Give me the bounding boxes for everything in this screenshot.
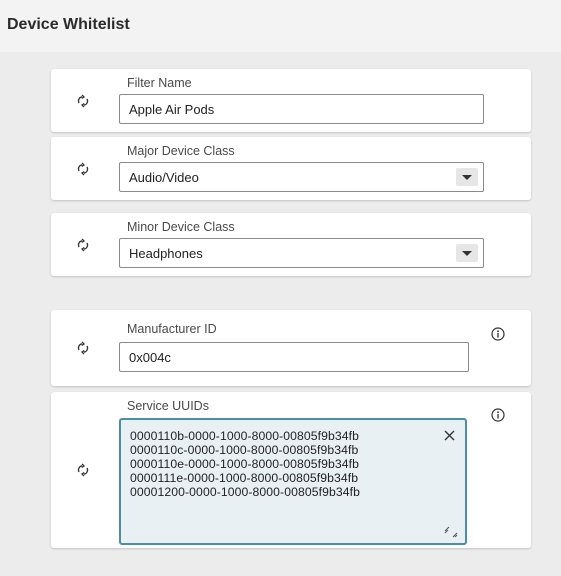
reset-arrows-icon: [77, 238, 89, 252]
reset-arrows-icon: [77, 463, 89, 477]
manufacturer-id-info-button[interactable]: [491, 327, 505, 341]
service-uuids-card: Service UUIDs 0000110b-0000-1000-8000-00…: [51, 392, 531, 548]
minor-device-class-value: Headphones: [129, 245, 203, 261]
page-title: Device Whitelist: [7, 16, 130, 33]
reset-arrows-icon: [77, 94, 89, 108]
minor-device-class-dropdown-button[interactable]: [456, 244, 478, 262]
resize-handle[interactable]: [443, 525, 461, 539]
major-device-class-dropdown-button[interactable]: [456, 168, 478, 186]
info-circle-icon: [491, 327, 505, 341]
clear-service-uuids-button[interactable]: [443, 429, 456, 442]
uuid-line: 0000110c-0000-1000-8000-00805f9b34fb: [130, 443, 359, 457]
chevron-down-icon: [462, 174, 472, 180]
manufacturer-id-input[interactable]: 0x004c: [119, 342, 469, 372]
filter-name-input[interactable]: Apple Air Pods: [119, 94, 484, 124]
resize-handle-icon: [444, 526, 458, 538]
reset-filter-name-button[interactable]: [73, 91, 93, 111]
uuid-line: 0000111e-0000-1000-8000-00805f9b34fb: [130, 471, 359, 485]
reset-minor-device-class-button[interactable]: [73, 235, 93, 255]
service-uuids-label: Service UUIDs: [127, 399, 209, 413]
minor-device-class-select[interactable]: Headphones: [119, 238, 484, 268]
filter-name-card: Filter Name Apple Air Pods: [51, 69, 531, 132]
page-header: Device Whitelist: [0, 0, 561, 52]
reset-arrows-icon: [77, 341, 89, 355]
major-device-class-select[interactable]: Audio/Video: [119, 162, 484, 192]
reset-service-uuids-button[interactable]: [73, 460, 93, 480]
major-device-class-value: Audio/Video: [129, 169, 199, 185]
manufacturer-id-label: Manufacturer ID: [127, 322, 217, 336]
chevron-down-icon: [462, 250, 472, 256]
filter-name-value: Apple Air Pods: [129, 101, 215, 117]
minor-device-class-label: Minor Device Class: [127, 220, 235, 234]
service-uuids-textarea[interactable]: 0000110b-0000-1000-8000-00805f9b34fb 000…: [119, 418, 467, 545]
uuid-line: 00001200-0000-1000-8000-00805f9b34fb: [130, 485, 360, 499]
filter-name-label: Filter Name: [127, 76, 192, 90]
major-device-class-card: Major Device Class Audio/Video: [51, 137, 531, 200]
reset-major-device-class-button[interactable]: [73, 159, 93, 179]
service-uuids-info-button[interactable]: [491, 408, 505, 422]
close-icon: [444, 430, 455, 441]
manufacturer-id-value: 0x004c: [129, 349, 171, 365]
manufacturer-id-card: Manufacturer ID 0x004c: [51, 310, 531, 386]
major-device-class-label: Major Device Class: [127, 144, 235, 158]
reset-arrows-icon: [77, 162, 89, 176]
info-circle-icon: [491, 408, 505, 422]
uuid-line: 0000110b-0000-1000-8000-00805f9b34fb: [130, 429, 360, 443]
minor-device-class-card: Minor Device Class Headphones: [51, 213, 531, 276]
reset-manufacturer-id-button[interactable]: [73, 338, 93, 358]
uuid-line: 0000110e-0000-1000-8000-00805f9b34fb: [130, 457, 360, 471]
